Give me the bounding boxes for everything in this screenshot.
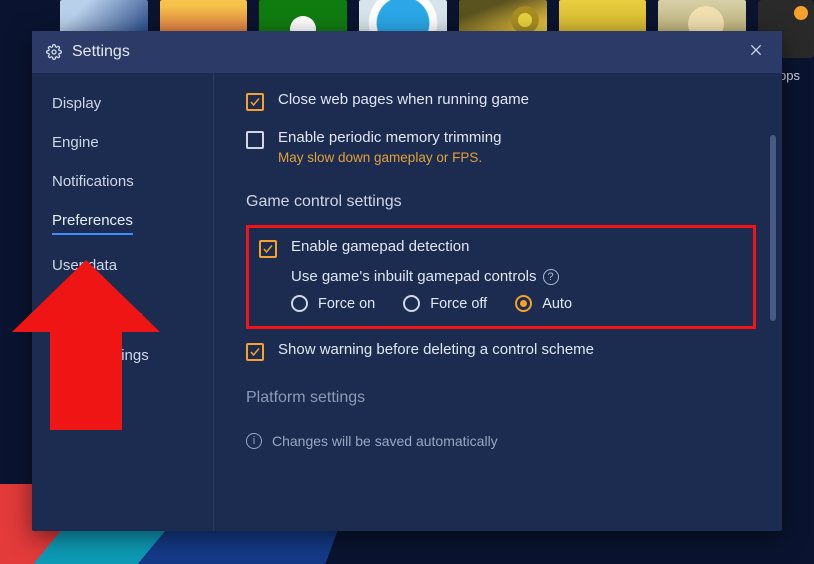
- option-row: Close web pages when running game: [246, 91, 756, 111]
- sidebar-item-engine[interactable]: Engine: [52, 134, 99, 151]
- section-heading-game-controls: Game control settings: [246, 193, 756, 211]
- dialog-title: Settings: [72, 43, 130, 61]
- check-icon: [249, 346, 261, 358]
- close-button[interactable]: [744, 38, 768, 67]
- gear-icon: [46, 44, 62, 60]
- option-subtext: May slow down gameplay or FPS.: [278, 150, 501, 165]
- radio-icon: [291, 295, 308, 312]
- sublabel-text: Use game's inbuilt gamepad controls: [291, 268, 537, 285]
- option-label: Enable gamepad detection: [291, 238, 469, 255]
- option-row: Show warning before deleting a control s…: [246, 341, 756, 361]
- info-icon: i: [246, 433, 262, 449]
- section-heading-platform: Platform settings: [246, 389, 756, 407]
- checkbox-warn-delete-scheme[interactable]: [246, 343, 264, 361]
- sidebar-item-game-settings[interactable]: Game settings: [52, 347, 149, 364]
- option-row: Enable gamepad detection: [259, 238, 741, 258]
- check-icon: [249, 96, 261, 108]
- checkbox-close-pages[interactable]: [246, 93, 264, 111]
- radio-force-on[interactable]: Force on: [291, 295, 375, 312]
- scrollbar[interactable]: [770, 135, 776, 321]
- radio-icon: [403, 295, 420, 312]
- footer-note: i Changes will be saved automatically: [246, 433, 756, 449]
- gamepad-sublabel: Use game's inbuilt gamepad controls ?: [291, 268, 741, 285]
- option-text: Enable periodic memory trimming: [278, 129, 501, 146]
- option-label: Enable periodic memory trimming May slow…: [278, 129, 501, 165]
- help-icon[interactable]: ?: [543, 269, 559, 285]
- option-label: Show warning before deleting a control s…: [278, 341, 594, 358]
- settings-dialog: Settings Display Engine Notifications Pr…: [32, 31, 782, 531]
- check-icon: [262, 243, 274, 255]
- sidebar-item-notifications[interactable]: Notifications: [52, 173, 134, 190]
- close-icon: [748, 42, 764, 58]
- sidebar-item-preferences[interactable]: Preferences: [52, 212, 133, 235]
- radio-icon: [515, 295, 532, 312]
- content-pane: Close web pages when running game Enable…: [214, 73, 782, 531]
- sidebar-item-user-data[interactable]: User data: [52, 257, 117, 274]
- checkbox-memory-trim[interactable]: [246, 131, 264, 149]
- sidebar: Display Engine Notifications Preferences…: [32, 73, 214, 531]
- option-row: Enable periodic memory trimming May slow…: [246, 129, 756, 165]
- footer-text: Changes will be saved automatically: [272, 433, 498, 449]
- option-label: Close web pages when running game: [278, 91, 529, 108]
- checkbox-gamepad-detect[interactable]: [259, 240, 277, 258]
- radio-group-gamepad-mode: Force on Force off Auto: [291, 295, 741, 312]
- radio-label: Force off: [430, 296, 487, 312]
- radio-label: Auto: [542, 296, 572, 312]
- titlebar: Settings: [32, 31, 782, 73]
- radio-auto[interactable]: Auto: [515, 295, 572, 312]
- sidebar-item-about[interactable]: About: [52, 386, 91, 403]
- radio-force-off[interactable]: Force off: [403, 295, 487, 312]
- radio-label: Force on: [318, 296, 375, 312]
- highlight-box: Enable gamepad detection Use game's inbu…: [246, 225, 756, 329]
- sidebar-item-display[interactable]: Display: [52, 95, 101, 112]
- sidebar-item-shortcut-keys[interactable]: Shortcut keys: [52, 308, 143, 325]
